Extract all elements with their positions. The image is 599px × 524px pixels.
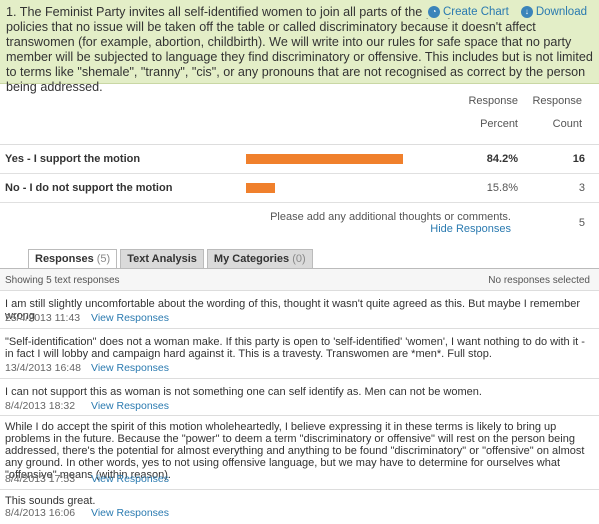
response-meta: 13/4/2013 16:48 View Responses	[5, 362, 169, 374]
view-responses-link[interactable]: View Responses	[91, 312, 169, 324]
tab-count: (5)	[96, 253, 111, 265]
tab-label: My Categories	[213, 253, 290, 265]
col-percent-line1: Response	[468, 95, 518, 107]
response-date: 25/4/2013 11:43	[5, 312, 81, 324]
response-item[interactable]: I am still slightly uncomfortable about …	[0, 291, 599, 329]
answer-percent: 15.8%	[486, 182, 518, 194]
col-count-line2: Count	[552, 118, 582, 130]
view-responses-link[interactable]: View Responses	[91, 473, 169, 485]
answer-label: Yes - I support the motion	[5, 153, 141, 165]
download-button[interactable]: ↓ Download	[520, 6, 587, 18]
tab-label: Text Analysis	[127, 253, 197, 265]
responses-panel: Showing 5 text responses No responses se…	[0, 268, 599, 524]
answer-row-no: No - I do not support the motion 15.8% 3	[0, 174, 599, 203]
response-text: This sounds great.	[5, 495, 96, 507]
response-item[interactable]: I can not support this as woman is not s…	[0, 379, 599, 416]
answer-bar	[246, 154, 403, 164]
tab-my-categories[interactable]: My Categories (0)	[206, 249, 313, 269]
results-header: Response Percent Response Count	[0, 85, 599, 145]
additional-comments-count: 5	[578, 217, 585, 229]
response-meta: 8/4/2013 18:32 View Responses	[5, 400, 169, 412]
tab-count: (0)	[292, 253, 306, 265]
response-date: 8/4/2013 18:32	[5, 400, 76, 412]
tab-responses[interactable]: Responses (5)	[28, 249, 118, 269]
response-date: 8/4/2013 17:53	[5, 473, 76, 485]
download-icon: ↓	[520, 6, 533, 18]
tab-label: Responses	[35, 253, 94, 265]
col-response-percent: Response Percent	[440, 90, 518, 136]
tab-text-analysis[interactable]: Text Analysis	[120, 249, 204, 269]
results-table: Response Percent Response Count Yes - I …	[0, 85, 599, 240]
response-date: 8/4/2013 16:06	[5, 507, 76, 519]
response-text: I can not support this as woman is not s…	[5, 386, 482, 398]
responses-status-bar: Showing 5 text responses No responses se…	[0, 269, 599, 291]
view-responses-link[interactable]: View Responses	[91, 362, 169, 374]
answer-bar	[246, 183, 275, 193]
response-tabs: Responses (5) Text Analysis My Categorie…	[28, 249, 313, 269]
question-text: 1. The Feminist Party invites all self-i…	[6, 5, 593, 94]
hide-responses-link[interactable]: Hide Responses	[430, 223, 511, 235]
answer-count: 3	[578, 182, 585, 194]
question-tools: ◔ Create Chart ↓ Download	[424, 6, 587, 18]
response-text: "Self-identification" does not a woman m…	[5, 336, 585, 360]
additional-comments-prompt: Please add any additional thoughts or co…	[270, 211, 511, 223]
question-box: 1. The Feminist Party invites all self-i…	[0, 0, 599, 94]
response-text: While I do accept the spirit of this mot…	[5, 421, 585, 481]
chart-icon: ◔	[428, 6, 440, 18]
answer-label: No - I do not support the motion	[5, 182, 173, 194]
create-chart-button[interactable]: ◔ Create Chart	[428, 6, 509, 18]
create-chart-label: Create Chart	[443, 6, 509, 18]
response-item[interactable]: This sounds great. 8/4/2013 16:06 View Re…	[0, 490, 599, 524]
view-responses-link[interactable]: View Responses	[91, 507, 169, 519]
col-count-line1: Response	[532, 95, 582, 107]
answer-percent: 84.2%	[486, 153, 518, 165]
download-label: Download	[535, 6, 587, 18]
response-meta: 8/4/2013 17:53 View Responses	[5, 473, 169, 485]
showing-count: Showing 5 text responses	[5, 275, 120, 286]
response-item[interactable]: While I do accept the spirit of this mot…	[0, 416, 599, 490]
response-item[interactable]: "Self-identification" does not a woman m…	[0, 329, 599, 379]
col-percent-line2: Percent	[480, 118, 518, 130]
answer-row-yes: Yes - I support the motion 84.2% 16	[0, 145, 599, 174]
col-response-count: Response Count	[530, 90, 582, 136]
view-responses-link[interactable]: View Responses	[91, 400, 169, 412]
selection-status: No responses selected	[488, 275, 590, 286]
answer-count: 16	[572, 153, 585, 165]
response-meta: 8/4/2013 16:06 View Responses	[5, 507, 169, 519]
response-date: 13/4/2013 16:48	[5, 362, 81, 374]
response-meta: 25/4/2013 11:43 View Responses	[5, 312, 169, 324]
